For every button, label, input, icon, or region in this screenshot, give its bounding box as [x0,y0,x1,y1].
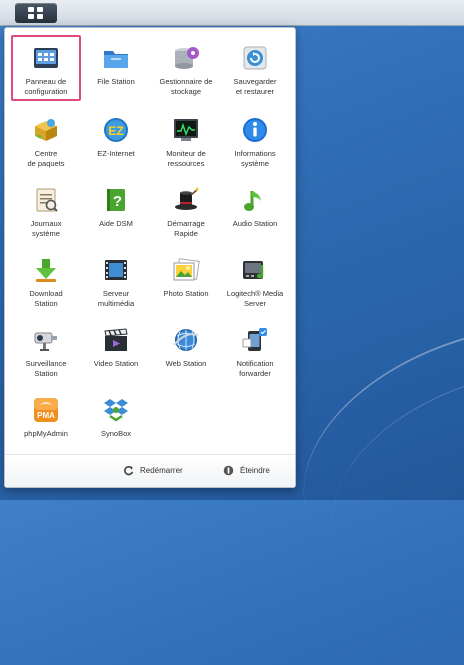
main-menu-panel: Panneau de configuration File Station Gest… [4,27,296,488]
app-label: Panneau de configuration [24,77,68,96]
app-storage-manager[interactable]: Gestionnaire de stockage [151,35,221,101]
notification-phone-icon [240,325,270,355]
folder-icon [101,43,131,73]
app-video-station[interactable]: Video Station [81,317,151,383]
app-label: Audio Station [232,219,278,228]
clapperboard-icon [101,325,131,355]
app-resource-monitor[interactable]: Moniteur de ressources [151,107,221,173]
package-icon [31,115,61,145]
film-icon [101,255,131,285]
dropbox-icon [101,395,131,425]
svg-text:EZ: EZ [108,124,123,138]
power-icon [223,465,234,476]
app-synobox[interactable]: SynoBox [81,387,151,453]
pma-icon: PMA [31,395,61,425]
restart-label: Redémarrer [140,466,183,475]
svg-text:PMA: PMA [37,411,55,420]
app-label: Logitech® Media Server [226,289,284,308]
shutdown-button[interactable]: Éteindre [223,464,270,478]
monitor-icon [171,115,201,145]
app-label: Aide DSM [99,219,133,228]
app-logitech-media-server[interactable]: Logitech® Media Server [220,247,290,313]
app-label: Informations système [234,149,276,168]
shutdown-label: Éteindre [240,466,270,475]
app-file-station[interactable]: File Station [81,35,151,101]
menu-footer: Redémarrer Éteindre [5,454,295,487]
app-media-server[interactable]: Serveur multimédia [81,247,151,313]
storage-icon [171,43,201,73]
ez-icon: EZ [101,115,131,145]
app-system-logs[interactable]: Journaux système [11,177,81,243]
app-label: File Station [97,77,135,86]
app-label: Moniteur de ressources [166,149,206,168]
app-notification-forwarder[interactable]: Notification forwarder [220,317,290,383]
backup-icon [240,43,270,73]
download-arrow-icon [31,255,61,285]
music-note-icon [240,185,270,215]
control-panel-icon [31,43,61,73]
app-quick-start[interactable]: Démarrage Rapide [151,177,221,243]
media-device-icon [240,255,270,285]
app-download-station[interactable]: Download Station [11,247,81,313]
svg-text:?: ? [113,193,122,210]
photo-icon [171,255,201,285]
app-label: Surveillance Station [25,359,67,378]
app-dsm-help[interactable]: ? Aide DSM [81,177,151,243]
app-label: EZ-Internet [97,149,135,158]
app-phpmyadmin[interactable]: PMA phpMyAdmin [11,387,81,453]
magic-hat-icon [171,185,201,215]
app-backup-restore[interactable]: Sauvegarder et restaurer [220,35,290,101]
app-photo-station[interactable]: Photo Station [151,247,221,313]
app-package-center[interactable]: Centre de paquets [11,107,81,173]
app-label: Video Station [93,359,139,368]
taskbar [0,0,464,26]
app-audio-station[interactable]: Audio Station [220,177,290,243]
restart-icon [123,465,134,476]
app-label: phpMyAdmin [24,429,68,438]
app-label: Gestionnaire de stockage [159,77,213,96]
app-label: Notification forwarder [236,359,274,378]
globe-icon [171,325,201,355]
app-label: Sauvegarder et restaurer [233,77,277,96]
app-system-info[interactable]: Informations système [220,107,290,173]
app-label: Démarrage Rapide [167,219,205,238]
info-icon [240,115,270,145]
app-label: Centre de paquets [27,149,65,168]
app-ez-internet[interactable]: EZ EZ-Internet [81,107,151,173]
app-label: Web Station [165,359,207,368]
app-label: SynoBox [100,429,132,438]
help-book-icon: ? [101,185,131,215]
app-control-panel[interactable]: Panneau de configuration [11,35,81,101]
restart-button[interactable]: Redémarrer [123,464,183,478]
app-web-station[interactable]: Web Station [151,317,221,383]
app-label: Serveur multimédia [97,289,135,308]
camera-icon [31,325,61,355]
app-label: Journaux système [30,219,62,238]
log-icon [31,185,61,215]
app-grid: Panneau de configuration File Station Gest… [5,28,295,458]
app-label: Photo Station [163,289,209,298]
app-label: Download Station [29,289,63,308]
main-menu-button[interactable] [15,3,57,23]
app-surveillance-station[interactable]: Surveillance Station [11,317,81,383]
